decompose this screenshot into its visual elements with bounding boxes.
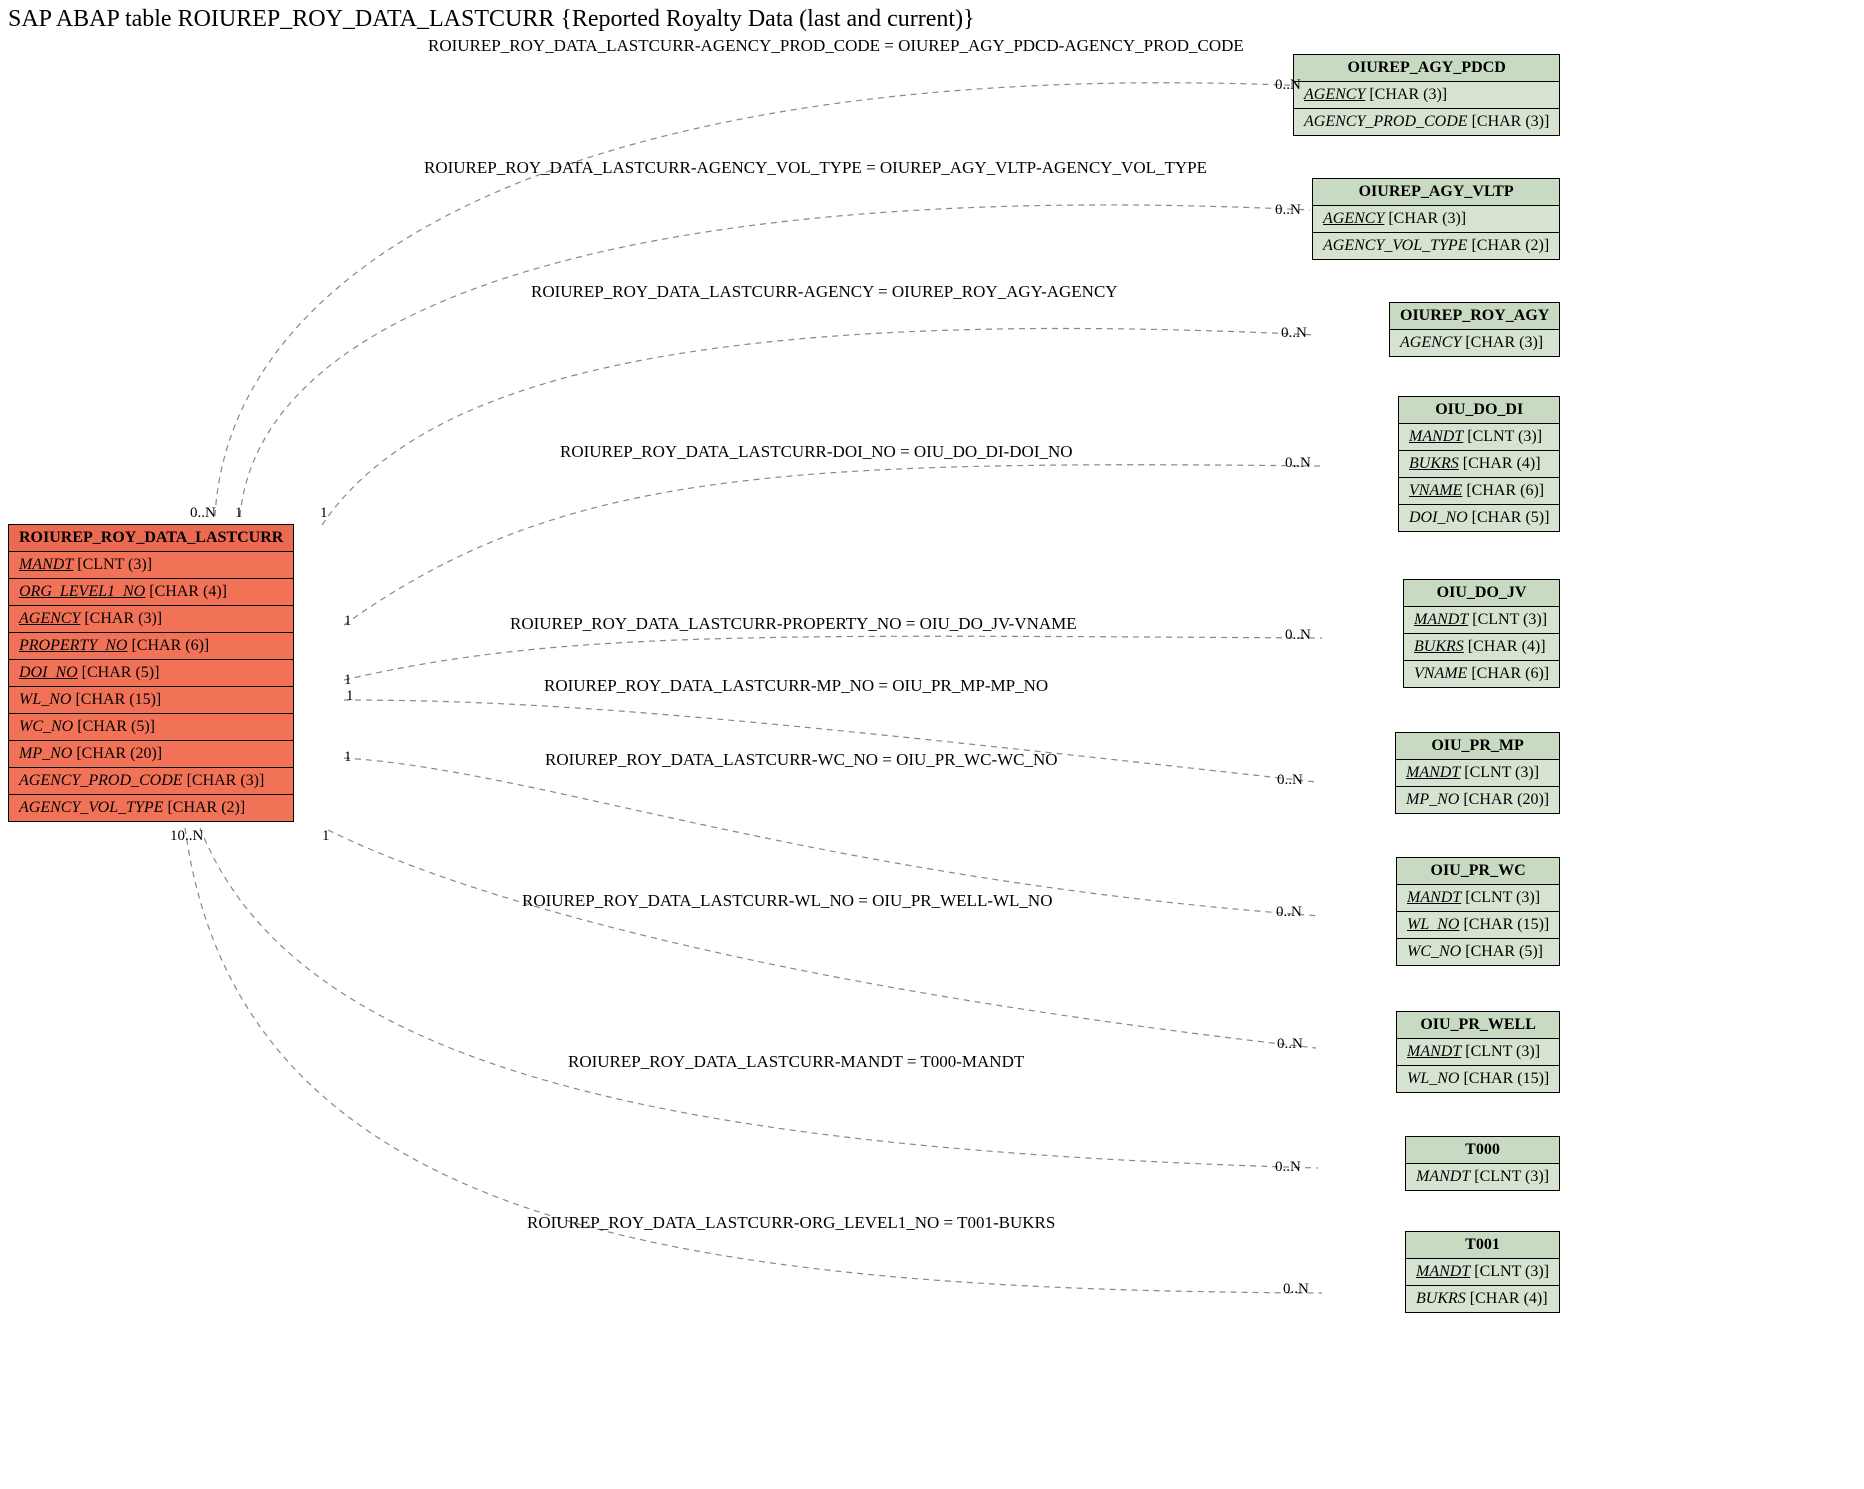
- field-row: AGENCY_PROD_CODE [CHAR (3)]: [9, 768, 294, 795]
- cardinality-label: 0..N: [1275, 77, 1301, 94]
- cardinality-label: 0..N: [190, 505, 216, 522]
- relationship-label: ROIUREP_ROY_DATA_LASTCURR-AGENCY = OIURE…: [531, 282, 1118, 302]
- field-row: WC_NO [CHAR (5)]: [9, 714, 294, 741]
- cardinality-label: 0..N: [1285, 627, 1311, 644]
- relationship-label: ROIUREP_ROY_DATA_LASTCURR-PROPERTY_NO = …: [510, 614, 1077, 634]
- field-row: AGENCY [CHAR (3)]: [9, 606, 294, 633]
- field-row: AGENCY [CHAR (3)]: [1294, 82, 1560, 109]
- field-row: MANDT [CLNT (3)]: [1399, 424, 1560, 451]
- cardinality-label: 1: [346, 688, 354, 705]
- field-row: AGENCY_VOL_TYPE [CHAR (2)]: [1313, 233, 1560, 260]
- ref-er-table: T001MANDT [CLNT (3)]BUKRS [CHAR (4)]: [1405, 1231, 1560, 1313]
- cardinality-label: 0..N: [1275, 202, 1301, 219]
- relationship-label: ROIUREP_ROY_DATA_LASTCURR-MP_NO = OIU_PR…: [544, 676, 1048, 696]
- ref-er-table: OIUREP_AGY_VLTPAGENCY [CHAR (3)]AGENCY_V…: [1312, 178, 1560, 260]
- ref-table-name: OIUREP_ROY_AGY: [1390, 303, 1560, 330]
- ref-er-table: OIU_PR_WCMANDT [CLNT (3)]WL_NO [CHAR (15…: [1396, 857, 1560, 966]
- ref-table-name: OIU_DO_DI: [1399, 397, 1560, 424]
- field-row: MANDT [CLNT (3)]: [1406, 1259, 1560, 1286]
- cardinality-label: 0..N: [1283, 1281, 1309, 1298]
- field-row: MANDT [CLNT (3)]: [1406, 1164, 1560, 1191]
- ref-table-name: OIU_DO_JV: [1404, 580, 1560, 607]
- cardinality-label: 0..N: [1277, 772, 1303, 789]
- relationship-label: ROIUREP_ROY_DATA_LASTCURR-MANDT = T000-M…: [568, 1052, 1024, 1072]
- cardinality-label: 1: [235, 505, 243, 522]
- ref-table-name: OIUREP_AGY_VLTP: [1313, 179, 1560, 206]
- field-row: DOI_NO [CHAR (5)]: [9, 660, 294, 687]
- field-row: MANDT [CLNT (3)]: [1397, 885, 1560, 912]
- cardinality-label: 10..N: [170, 828, 203, 845]
- field-row: MANDT [CLNT (3)]: [1404, 607, 1560, 634]
- field-row: VNAME [CHAR (6)]: [1404, 661, 1560, 688]
- field-row: BUKRS [CHAR (4)]: [1399, 451, 1560, 478]
- ref-er-table: OIU_PR_WELLMANDT [CLNT (3)]WL_NO [CHAR (…: [1396, 1011, 1560, 1093]
- ref-er-table: OIUREP_AGY_PDCDAGENCY [CHAR (3)]AGENCY_P…: [1293, 54, 1560, 136]
- field-row: MANDT [CLNT (3)]: [1396, 760, 1560, 787]
- field-row: AGENCY [CHAR (3)]: [1313, 206, 1560, 233]
- field-row: ORG_LEVEL1_NO [CHAR (4)]: [9, 579, 294, 606]
- cardinality-label: 1: [322, 828, 330, 845]
- field-row: WC_NO [CHAR (5)]: [1397, 939, 1560, 966]
- ref-table-name: OIU_PR_WELL: [1397, 1012, 1560, 1039]
- field-row: AGENCY_PROD_CODE [CHAR (3)]: [1294, 109, 1560, 136]
- cardinality-label: 0..N: [1276, 904, 1302, 921]
- field-row: MANDT [CLNT (3)]: [9, 552, 294, 579]
- main-table-name: ROIUREP_ROY_DATA_LASTCURR: [9, 525, 294, 552]
- cardinality-label: 0..N: [1277, 1036, 1303, 1053]
- ref-table-name: OIU_PR_WC: [1397, 858, 1560, 885]
- field-row: BUKRS [CHAR (4)]: [1404, 634, 1560, 661]
- field-row: MP_NO [CHAR (20)]: [9, 741, 294, 768]
- field-row: BUKRS [CHAR (4)]: [1406, 1286, 1560, 1313]
- field-row: WL_NO [CHAR (15)]: [1397, 912, 1560, 939]
- field-row: AGENCY_VOL_TYPE [CHAR (2)]: [9, 795, 294, 822]
- relationship-label: ROIUREP_ROY_DATA_LASTCURR-AGENCY_PROD_CO…: [428, 36, 1244, 56]
- ref-er-table: OIUREP_ROY_AGYAGENCY [CHAR (3)]: [1389, 302, 1560, 357]
- ref-er-table: T000MANDT [CLNT (3)]: [1405, 1136, 1560, 1191]
- relationship-label: ROIUREP_ROY_DATA_LASTCURR-WL_NO = OIU_PR…: [522, 891, 1052, 911]
- page-title: SAP ABAP table ROIUREP_ROY_DATA_LASTCURR…: [8, 6, 975, 33]
- ref-er-table: OIU_DO_DIMANDT [CLNT (3)]BUKRS [CHAR (4)…: [1398, 396, 1560, 532]
- field-row: WL_NO [CHAR (15)]: [1397, 1066, 1560, 1093]
- ref-table-name: OIU_PR_MP: [1396, 733, 1560, 760]
- cardinality-label: 1: [320, 505, 328, 522]
- ref-er-table: OIU_DO_JVMANDT [CLNT (3)]BUKRS [CHAR (4)…: [1403, 579, 1560, 688]
- relationship-label: ROIUREP_ROY_DATA_LASTCURR-DOI_NO = OIU_D…: [560, 442, 1073, 462]
- main-er-table: ROIUREP_ROY_DATA_LASTCURR MANDT [CLNT (3…: [8, 524, 294, 822]
- field-row: VNAME [CHAR (6)]: [1399, 478, 1560, 505]
- field-row: AGENCY [CHAR (3)]: [1390, 330, 1560, 357]
- cardinality-label: 0..N: [1281, 325, 1307, 342]
- relationship-label: ROIUREP_ROY_DATA_LASTCURR-AGENCY_VOL_TYP…: [424, 158, 1207, 178]
- cardinality-label: 1: [344, 749, 352, 766]
- relationship-label: ROIUREP_ROY_DATA_LASTCURR-ORG_LEVEL1_NO …: [527, 1213, 1055, 1233]
- ref-table-name: OIUREP_AGY_PDCD: [1294, 55, 1560, 82]
- cardinality-label: 0..N: [1285, 455, 1311, 472]
- ref-er-table: OIU_PR_MPMANDT [CLNT (3)]MP_NO [CHAR (20…: [1395, 732, 1560, 814]
- field-row: PROPERTY_NO [CHAR (6)]: [9, 633, 294, 660]
- ref-table-name: T000: [1406, 1137, 1560, 1164]
- cardinality-label: 0..N: [1275, 1159, 1301, 1176]
- relationship-label: ROIUREP_ROY_DATA_LASTCURR-WC_NO = OIU_PR…: [545, 750, 1058, 770]
- field-row: MP_NO [CHAR (20)]: [1396, 787, 1560, 814]
- ref-table-name: T001: [1406, 1232, 1560, 1259]
- field-row: MANDT [CLNT (3)]: [1397, 1039, 1560, 1066]
- field-row: DOI_NO [CHAR (5)]: [1399, 505, 1560, 532]
- cardinality-label: 1: [344, 672, 352, 689]
- field-row: WL_NO [CHAR (15)]: [9, 687, 294, 714]
- main-table-body: MANDT [CLNT (3)]ORG_LEVEL1_NO [CHAR (4)]…: [9, 552, 294, 822]
- cardinality-label: 1: [344, 613, 352, 630]
